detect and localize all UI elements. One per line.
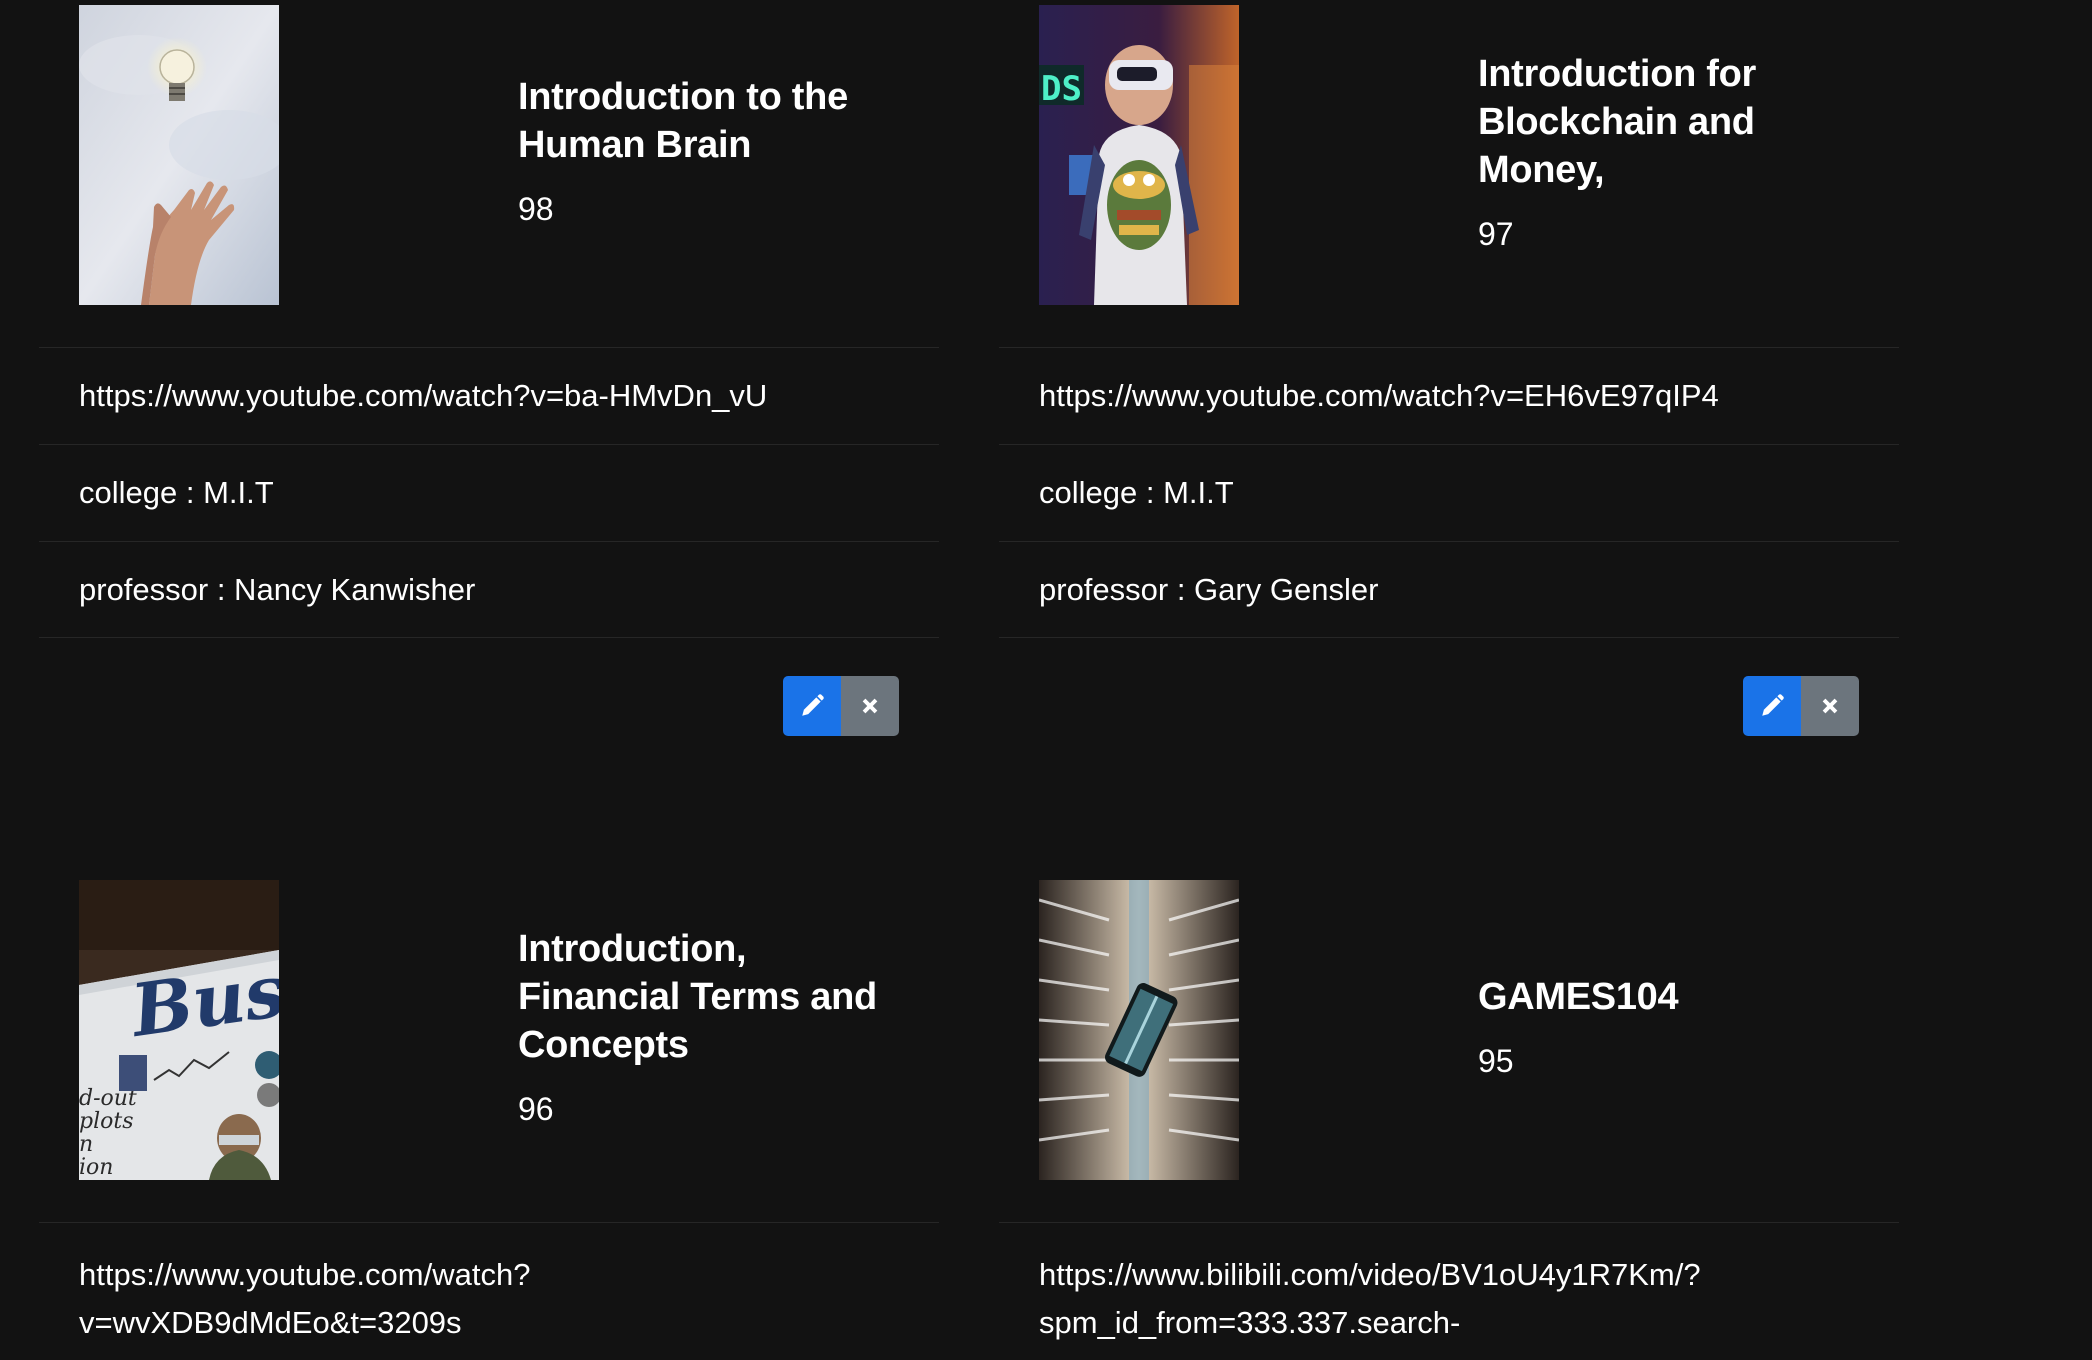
course-info: Introduction, Financial Terms and Concep… (518, 925, 918, 1129)
course-card: Introduction to the Human Brain 98 https… (39, 0, 939, 848)
course-thumbnail (1039, 880, 1239, 1180)
course-info: Introduction for Blockchain and Money, 9… (1478, 50, 1878, 254)
course-url-line: https://www.youtube.com/watch? (79, 1257, 531, 1292)
course-url: https://www.youtube.com/watch?v=ba-HMvDn… (39, 347, 939, 444)
course-score: 95 (1478, 1043, 1514, 1079)
course-thumbnail: DS (1039, 5, 1239, 305)
course-url-line: spm_id_from=333.337.search- (1039, 1305, 1461, 1340)
close-icon (862, 698, 878, 714)
svg-text:DS: DS (1041, 69, 1082, 109)
course-professor: professor : Nancy Kanwisher (39, 541, 939, 638)
svg-text:plots: plots (79, 1109, 134, 1134)
course-url: https://www.youtube.com/watch? v=wvXDB9d… (39, 1222, 939, 1347)
course-card: Busi d-out plots n ion Introduction, Fin… (39, 875, 939, 1347)
course-url-line: v=wvXDB9dMdEo&t=3209s (79, 1305, 462, 1340)
course-card: DS Introduction for Blockchain and Money… (999, 0, 1899, 848)
card-actions (39, 638, 939, 848)
course-title: Introduction for Blockchain and Money, (1478, 53, 1757, 191)
course-card: GAMES104 95 https://www.bilibili.com/vid… (999, 875, 1899, 1347)
course-title: Introduction, Financial Terms and Concep… (518, 928, 877, 1066)
close-icon (1822, 698, 1838, 714)
course-title: GAMES104 (1478, 976, 1679, 1018)
delete-button[interactable] (841, 676, 899, 736)
course-url-line: https://www.bilibili.com/video/BV1oU4y1R… (1039, 1257, 1701, 1292)
course-college: college : M.I.T (999, 444, 1899, 541)
edit-button[interactable] (783, 676, 841, 736)
course-score: 98 (518, 191, 554, 227)
course-score: 97 (1478, 216, 1514, 252)
delete-button[interactable] (1801, 676, 1859, 736)
card-actions (999, 638, 1899, 848)
course-professor: professor : Gary Gensler (999, 541, 1899, 638)
svg-text:n: n (79, 1132, 93, 1157)
action-button-group (1743, 676, 1859, 736)
action-button-group (783, 676, 899, 736)
pencil-icon (802, 694, 824, 716)
course-college: college : M.I.T (39, 444, 939, 541)
course-url: https://www.youtube.com/watch?v=EH6vE97q… (999, 347, 1899, 444)
edit-button[interactable] (1743, 676, 1801, 736)
course-info: GAMES104 95 (1478, 973, 1878, 1081)
course-thumbnail (79, 5, 279, 305)
course-url: https://www.bilibili.com/video/BV1oU4y1R… (999, 1222, 1899, 1347)
course-thumbnail: Busi d-out plots n ion (79, 880, 279, 1180)
course-score: 96 (518, 1091, 554, 1127)
course-title: Introduction to the Human Brain (518, 76, 848, 166)
course-info: Introduction to the Human Brain 98 (518, 73, 918, 229)
svg-text:ion: ion (79, 1155, 113, 1180)
pencil-icon (1762, 694, 1784, 716)
